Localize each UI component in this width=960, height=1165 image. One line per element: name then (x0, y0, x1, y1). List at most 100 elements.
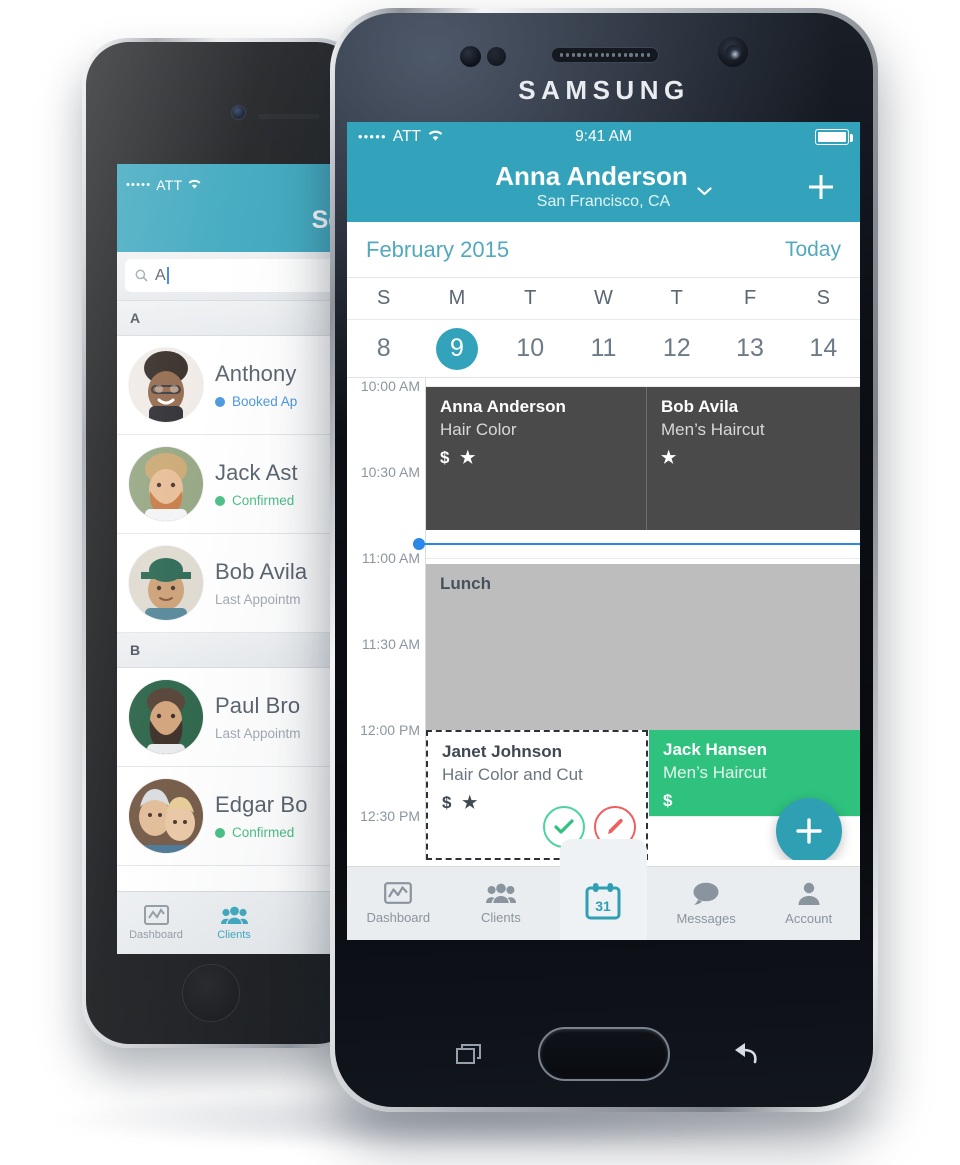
event-client: Jack Hansen (663, 740, 767, 759)
weekday-label: T (670, 287, 683, 309)
status-dot (215, 827, 225, 838)
iphone-screen: ••••• ATT 9 Search A (117, 164, 351, 954)
list-item[interactable]: Bob Avila Last Appointm (117, 534, 351, 633)
event-client: Janet Johnson (442, 742, 562, 761)
tab-calendar[interactable]: 31 (552, 839, 655, 940)
wifi-icon (187, 178, 202, 193)
signal-icon: ••••• (358, 130, 387, 144)
iphone-device: ••••• ATT 9 Search A (82, 38, 364, 1048)
date-cell-9-selected[interactable]: 9 (420, 320, 493, 377)
section-header-a: A (117, 301, 351, 336)
month-label: February 2015 (366, 236, 510, 262)
add-appointment-button[interactable] (806, 172, 836, 202)
samsung-screen: ••••• ATT 9:41 AM Anna Anderson San Fran… (347, 122, 860, 940)
iphone-home-button[interactable] (182, 964, 240, 1022)
proximity-sensor-icon (460, 46, 481, 67)
last-appointment-label: Last Appointm (215, 592, 301, 607)
date-cell-14[interactable]: 14 (787, 320, 860, 377)
date-cell-13[interactable]: 13 (713, 320, 786, 377)
back-icon[interactable] (729, 1042, 757, 1066)
stylist-selector[interactable]: Anna Anderson (495, 163, 712, 196)
avatar (129, 348, 203, 422)
client-name: Bob Avila (215, 559, 308, 584)
text-caret (166, 267, 169, 284)
status-dot (215, 495, 225, 506)
event-service: Men’s Haircut (661, 420, 765, 440)
list-item[interactable]: Edgar Bo Confirmed (117, 767, 351, 866)
date-cell-8[interactable]: 8 (347, 320, 420, 377)
event-block[interactable]: Bob Avila Men’s Haircut ★ (647, 387, 860, 530)
check-icon (554, 819, 574, 834)
samsung-body: SAMSUNG ••••• ATT 9:41 AM Anna Anderson (335, 13, 873, 1107)
list-item-text: Paul Bro Last Appointm (215, 693, 301, 741)
add-button-fab[interactable] (776, 798, 842, 860)
iphone-earpiece-icon (258, 114, 320, 119)
agenda-grid: Anna Anderson Hair Color $ ★ Bob Avila M… (426, 378, 860, 860)
chevron-down-icon (697, 174, 712, 196)
status-badge: Confirmed (215, 825, 308, 840)
tab-clients[interactable]: Clients (195, 892, 273, 954)
event-block[interactable]: Jack Hansen Men’s Haircut $ (649, 730, 860, 816)
location-label: San Francisco, CA (536, 192, 671, 210)
avatar (129, 447, 203, 521)
event-client: Bob Avila (661, 397, 739, 416)
event-block[interactable]: Anna Anderson Hair Color $ ★ (426, 387, 646, 530)
client-name: Edgar Bo (215, 792, 308, 817)
list-item[interactable]: Jack Ast Confirmed (117, 435, 351, 534)
time-label: 10:00 AM (360, 378, 420, 394)
tab-messages[interactable]: Messages (655, 867, 758, 940)
week-strip: 8 9 10 11 12 13 14 (347, 320, 860, 378)
weekday-label: T (524, 287, 537, 309)
tab-dashboard[interactable]: Dashboard (347, 867, 450, 940)
weekday-label: F (743, 287, 757, 309)
date-cell-12[interactable]: 12 (640, 320, 713, 377)
search-input[interactable]: A (125, 259, 343, 292)
weekday-label: M (448, 287, 466, 309)
status-label: Confirmed (232, 493, 295, 508)
carrier-label: ATT (156, 177, 183, 193)
list-item[interactable]: Anthony Booked Ap (117, 336, 351, 435)
light-sensor-icon (487, 47, 506, 66)
date-cell-11[interactable]: 11 (567, 320, 640, 377)
current-time-indicator (413, 538, 860, 550)
clock-label: 9:41 AM (575, 128, 632, 145)
iphone-tab-bar: Dashboard Clients (117, 891, 351, 954)
event-client: Anna Anderson (440, 397, 566, 416)
iphone-nav-bar: Search (117, 206, 351, 252)
recents-icon[interactable] (456, 1043, 482, 1065)
earpiece-icon (551, 47, 659, 63)
date-cell-10[interactable]: 10 (494, 320, 567, 377)
tab-clients[interactable]: Clients (450, 867, 553, 940)
tab-label: Dashboard (366, 910, 431, 925)
today-button[interactable]: Today (785, 238, 841, 262)
plus-icon (796, 818, 822, 844)
iphone-body: ••••• ATT 9 Search A (86, 42, 360, 1044)
tab-dashboard[interactable]: Dashboard (117, 892, 195, 954)
tab-label: Clients (217, 929, 251, 941)
brand-logo: SAMSUNG (518, 75, 690, 105)
list-item[interactable]: Paul Bro Last Appointm (117, 668, 351, 767)
client-name: Paul Bro (215, 693, 301, 718)
event-service: Men’s Haircut (663, 763, 767, 783)
weekday-label: W (594, 287, 613, 309)
agenda-view[interactable]: 10:00 AM 10:30 AM 11:00 AM 11:30 AM 12:0… (347, 378, 860, 860)
time-label: 11:00 AM (361, 550, 420, 566)
event-meta: $ ★ (440, 448, 479, 468)
app-header: Anna Anderson San Francisco, CA (347, 152, 860, 222)
app-status-bar: ••••• ATT 9:41 AM (347, 122, 860, 152)
list-item-text: Anthony Booked Ap (215, 361, 297, 409)
carrier-label: ATT (392, 128, 422, 145)
wifi-icon (427, 129, 444, 146)
front-camera-icon (718, 37, 748, 67)
avatar (129, 546, 203, 620)
tab-account[interactable]: Account (757, 867, 860, 940)
status-dot (215, 396, 225, 407)
avatar (129, 779, 203, 853)
app-tab-bar: Dashboard Clients 31 Messages Account (347, 839, 860, 940)
iphone-status-bar: ••••• ATT 9 (117, 164, 351, 206)
list-item-text: Bob Avila Last Appointm (215, 559, 307, 607)
event-block-lunch[interactable]: Lunch (426, 564, 860, 730)
home-button[interactable] (538, 1027, 670, 1081)
avatar (129, 680, 203, 754)
pencil-icon (608, 818, 623, 834)
